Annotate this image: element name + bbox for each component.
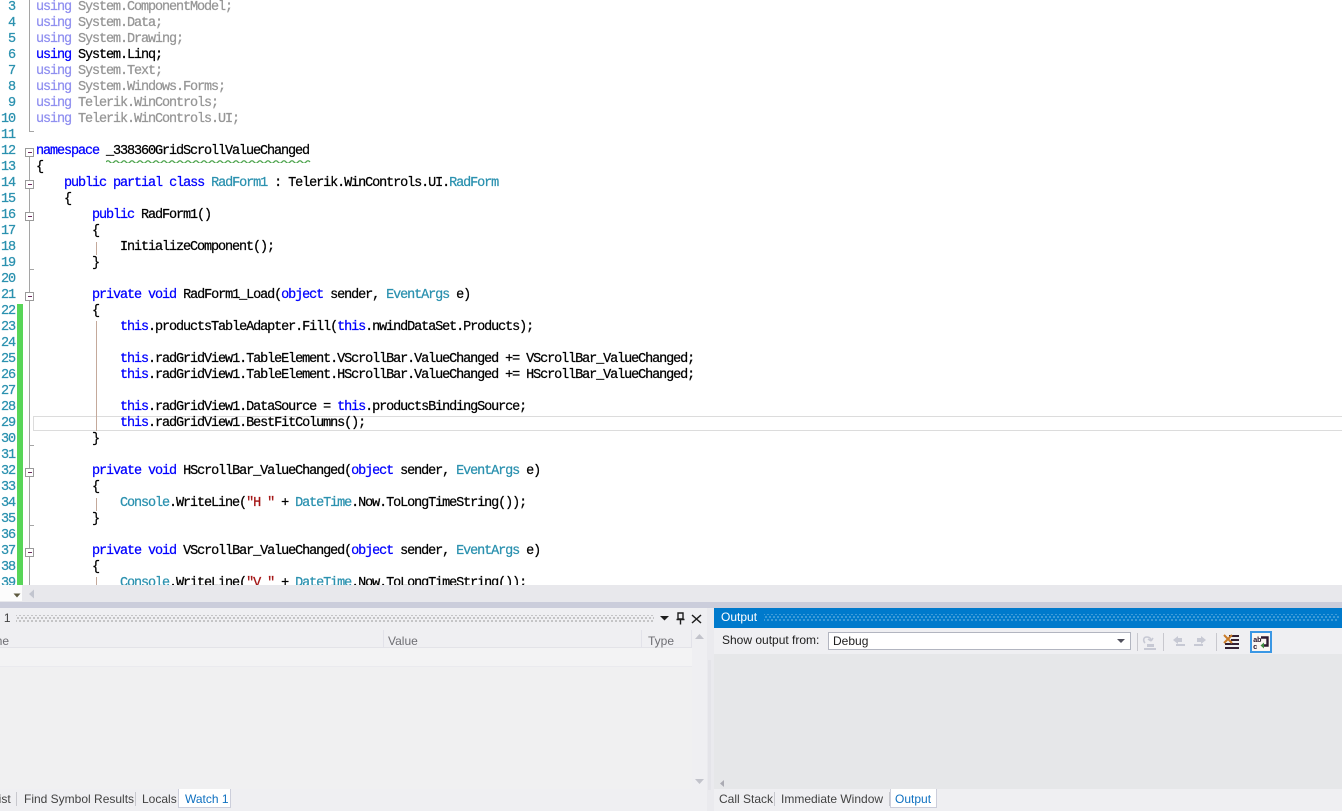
svg-text:c: c xyxy=(1253,644,1258,650)
